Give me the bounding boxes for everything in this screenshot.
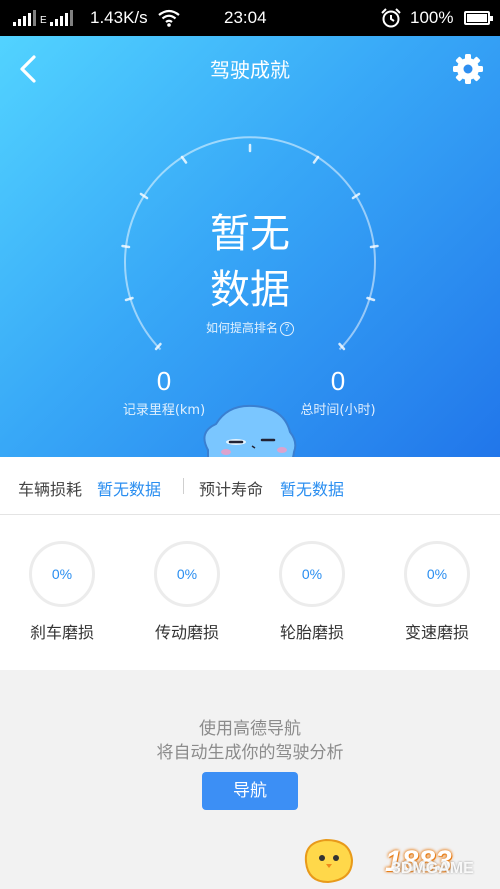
signal-2-icon <box>50 10 73 26</box>
signal-icon <box>13 10 36 26</box>
wear-value: 暂无数据 <box>97 480 162 499</box>
battery-percent: 100% <box>410 8 454 27</box>
alarm-icon <box>381 8 401 28</box>
life-value: 暂无数据 <box>280 480 345 499</box>
gauge-value: 暂无 数据 <box>150 206 350 318</box>
brake-wear: 0% 刹车磨损 <box>12 541 112 643</box>
navbar: 驾驶成就 <box>0 36 500 100</box>
gear-icon[interactable] <box>452 53 484 85</box>
navigate-button[interactable]: 导航 <box>202 772 298 810</box>
status-bar: E 1.43K/s 23:04 100% <box>0 0 500 36</box>
wear-label: 车辆损耗 <box>18 480 83 499</box>
gearbox-wear: 0% 变速磨损 <box>387 541 487 643</box>
watermark-site: 3DMGAME <box>392 860 474 877</box>
divider <box>183 478 184 494</box>
wear-panel: 0% 刹车磨损 0% 传动磨损 0% 轮胎磨损 0% 变速磨损 <box>0 515 500 670</box>
wifi-icon <box>158 9 180 27</box>
gauge-line-1: 暂无 <box>210 211 290 257</box>
gearbox-wear-label: 变速磨损 <box>404 623 469 642</box>
achievement-header: 驾驶成就 暂无 数据 如何提高排名 ? 0 记录里程(km) 0 总时间(小时) <box>0 36 500 457</box>
clock: 23:04 <box>224 8 267 27</box>
rank-help-link[interactable]: 如何提高排名? <box>150 319 350 336</box>
vehicle-summary: 车辆损耗 暂无数据 预计寿命 暂无数据 <box>0 457 500 515</box>
gauge-line-2: 数据 <box>210 267 290 313</box>
page-title: 驾驶成就 <box>210 58 290 82</box>
mileage-value: 0 <box>156 366 172 396</box>
network-speed: 1.43K/s <box>90 8 148 27</box>
transmission-wear-label: 传动磨损 <box>154 623 219 642</box>
tire-wear-label: 轮胎磨损 <box>279 623 344 642</box>
mascot-icon <box>203 404 297 457</box>
tip-line-2: 将自动生成你的驾驶分析 <box>156 743 344 763</box>
rank-help-label: 如何提高排名 <box>205 321 278 335</box>
life-label: 预计寿命 <box>199 480 264 499</box>
watermark-mascot-icon <box>304 838 354 884</box>
gearbox-wear-ring: 0% <box>404 541 470 607</box>
tire-wear-ring: 0% <box>279 541 345 607</box>
question-icon: ? <box>280 321 294 336</box>
transmission-wear-ring: 0% <box>154 541 220 607</box>
brake-wear-label: 刹车磨损 <box>29 623 94 642</box>
tire-wear: 0% 轮胎磨损 <box>262 541 362 643</box>
transmission-wear: 0% 传动磨损 <box>137 541 237 643</box>
battery-icon <box>464 11 493 25</box>
brake-wear-ring: 0% <box>29 541 95 607</box>
total-time-value: 0 <box>330 366 346 396</box>
network-type: E <box>40 15 47 26</box>
tip-line-1: 使用高德导航 <box>199 719 301 739</box>
